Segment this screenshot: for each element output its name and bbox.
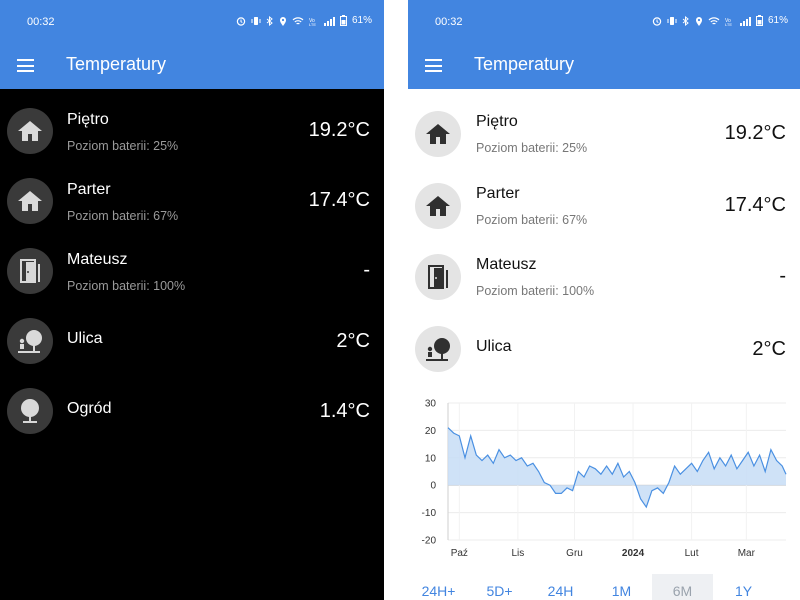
battery-percent: 61% xyxy=(351,15,372,26)
status-icons: Vo LTE 61% xyxy=(236,15,372,26)
svg-text:LTE: LTE xyxy=(309,22,316,26)
status-icons: Vo LTE 61% xyxy=(652,15,788,26)
range-selector: 24H+ 5D+ 24H 1M 6M 1Y xyxy=(408,574,800,600)
bluetooth-icon xyxy=(682,15,689,26)
x-tick-label: Paź xyxy=(451,548,468,559)
sensor-row-parter[interactable]: Parter Poziom baterii: 67% 17.4°C xyxy=(408,161,800,233)
range-24h-button[interactable]: 24H xyxy=(530,574,591,600)
home-icon xyxy=(415,182,461,229)
x-tick-label: Gru xyxy=(566,548,583,559)
wifi-icon xyxy=(292,16,304,24)
location-icon xyxy=(695,16,702,26)
y-tick-label: 0 xyxy=(430,481,436,492)
sensor-name: Parter xyxy=(67,181,111,198)
volte-icon: VoLTE xyxy=(725,18,732,26)
sensor-temperature: - xyxy=(779,265,786,287)
home-icon xyxy=(7,108,53,154)
street-tree-icon xyxy=(415,325,461,372)
status-time: 00:32 xyxy=(435,16,463,28)
vibrate-icon xyxy=(667,16,677,25)
menu-button[interactable] xyxy=(16,56,36,76)
series-area xyxy=(448,427,786,508)
svg-text:LTE: LTE xyxy=(725,22,732,26)
sensor-battery: Poziom baterii: 25% xyxy=(476,141,588,155)
sensor-temperature: 17.4°C xyxy=(308,189,370,211)
sensor-name: Ogród xyxy=(67,400,112,417)
sensor-battery: Poziom baterii: 25% xyxy=(67,139,179,153)
sensor-temperature: 19.2°C xyxy=(724,122,786,144)
door-icon xyxy=(415,254,461,300)
battery-icon xyxy=(339,15,347,26)
range-24h-plus-button[interactable]: 24H+ xyxy=(408,574,469,600)
sensor-temperature: - xyxy=(363,259,370,281)
alarm-icon xyxy=(236,16,246,26)
sensor-list: Piętro Poziom baterii: 25% 19.2°C Parter… xyxy=(0,89,384,439)
sensor-row-pietro[interactable]: Piętro Poziom baterii: 25% 19.2°C xyxy=(0,89,384,159)
status-bar: 00:32 Vo LTE 61% xyxy=(408,0,800,44)
y-tick-label: 10 xyxy=(425,453,437,464)
sensor-row-ogrod[interactable]: Ogród 1.4°C xyxy=(0,369,384,439)
location-icon xyxy=(279,16,286,26)
sensor-temperature: 2°C xyxy=(336,330,370,352)
sensor-name: Mateusz xyxy=(476,256,537,273)
sensor-battery: Poziom baterii: 67% xyxy=(476,212,588,227)
battery-percent: 61% xyxy=(767,15,788,26)
bluetooth-icon xyxy=(266,15,273,26)
signal-icon xyxy=(739,16,751,26)
alarm-icon xyxy=(652,16,662,26)
sensor-row-parter[interactable]: Parter Poziom baterii: 67% 17.4°C xyxy=(0,159,384,229)
dark-screen: 00:32 Vo LTE 61% Temperatury Piętro Pozio… xyxy=(0,0,384,600)
app-title: Temperatury xyxy=(66,54,167,74)
sensor-name: Mateusz xyxy=(67,251,128,268)
signal-icon xyxy=(323,16,335,26)
vibrate-icon xyxy=(251,16,261,25)
x-tick-label: 2024 xyxy=(622,548,645,559)
status-time: 00:32 xyxy=(27,16,55,28)
y-tick-label: -10 xyxy=(422,508,437,519)
battery-icon xyxy=(755,15,763,26)
sensor-row-ulica[interactable]: Ulica 2°C xyxy=(408,304,800,376)
app-title: Temperatury xyxy=(474,54,575,74)
sensor-battery: Poziom baterii: 67% xyxy=(67,209,179,223)
sensor-row-ulica[interactable]: Ulica 2°C xyxy=(0,299,384,369)
sensor-battery: Poziom baterii: 100% xyxy=(476,284,595,298)
sensor-temperature: 1.4°C xyxy=(319,400,370,422)
sensor-name: Piętro xyxy=(67,111,109,128)
app-bar: Temperatury xyxy=(408,44,800,89)
y-tick-label: 20 xyxy=(425,426,437,437)
sensor-row-mateusz[interactable]: Mateusz Poziom baterii: 100% - xyxy=(408,232,800,304)
x-tick-label: Lut xyxy=(685,548,699,559)
y-tick-label: 30 xyxy=(425,399,437,410)
x-tick-label: Lis xyxy=(511,548,524,559)
range-1m-button[interactable]: 1M xyxy=(591,574,652,600)
x-tick-label: Mar xyxy=(738,548,756,559)
sensor-temperature: 2°C xyxy=(752,337,786,360)
sensor-temperature: 19.2°C xyxy=(308,119,370,141)
sensor-name: Piętro xyxy=(476,113,518,130)
sensor-name: Parter xyxy=(476,184,520,202)
range-5d-plus-button[interactable]: 5D+ xyxy=(469,574,530,600)
sensor-name: Ulica xyxy=(67,330,103,347)
home-icon xyxy=(7,178,53,224)
range-6m-button[interactable]: 6M xyxy=(652,574,713,600)
range-1y-button[interactable]: 1Y xyxy=(713,574,774,600)
y-tick-label: -20 xyxy=(422,536,437,547)
status-bar: 00:32 Vo LTE 61% xyxy=(0,0,384,44)
wifi-icon xyxy=(708,16,720,24)
temperature-chart[interactable]: 30 20 10 0 -10 -20 Paź Lis Gru 2024 Lut Mar xyxy=(408,390,800,565)
app-bar: Temperatury xyxy=(0,44,384,89)
sensor-name: Ulica xyxy=(476,337,512,355)
light-screen: 00:32 Vo LTE 61% Temperatury Piętro Pozio… xyxy=(408,0,800,600)
sensor-temperature: 17.4°C xyxy=(724,193,786,216)
home-icon xyxy=(415,111,461,157)
sensor-row-pietro[interactable]: Piętro Poziom baterii: 25% 19.2°C xyxy=(408,89,800,161)
menu-button[interactable] xyxy=(424,56,444,76)
volte-icon: VoLTE xyxy=(309,18,316,26)
sensor-row-mateusz[interactable]: Mateusz Poziom baterii: 100% - xyxy=(0,229,384,299)
sensor-list: Piętro Poziom baterii: 25% 19.2°C Parter… xyxy=(408,89,800,375)
tree-icon xyxy=(7,388,53,434)
door-icon xyxy=(7,248,53,294)
sensor-battery: Poziom baterii: 100% xyxy=(67,279,186,293)
street-tree-icon xyxy=(7,318,53,364)
